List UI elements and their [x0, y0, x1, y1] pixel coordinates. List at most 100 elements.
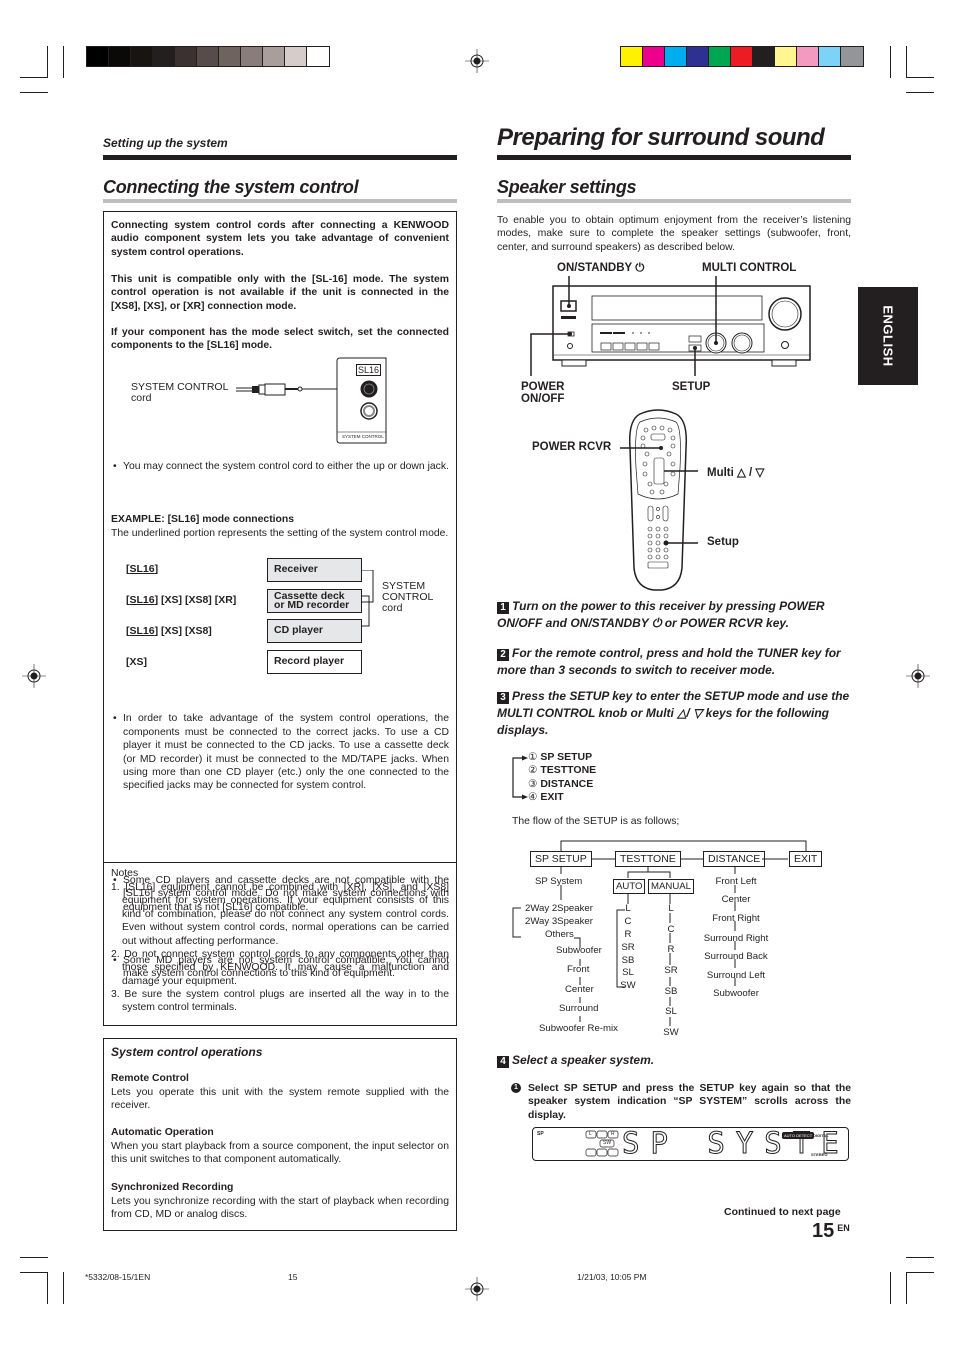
flow-item: R: [667, 944, 675, 955]
footer-timestamp: 1/21/03, 10:05 PM: [577, 1272, 647, 1282]
operation-heading: Remote Control: [111, 1073, 189, 1084]
step-number: 2: [497, 649, 509, 661]
power-on-off-label: POWER ON/OFF: [521, 381, 564, 405]
substep-number: 1: [511, 1083, 521, 1093]
display-sp-indicator: SP: [537, 1131, 544, 1137]
remote-setup-label: Setup: [707, 536, 739, 548]
operation-heading: Automatic Operation: [111, 1127, 214, 1138]
intro-paragraph: Connecting system control cords after co…: [111, 220, 449, 258]
example-description: The underlined portion represents the se…: [111, 528, 449, 539]
flow-item: Surround Right: [703, 933, 769, 944]
flow-item: SB: [621, 955, 635, 966]
intro-paragraph: This unit is compatible only with the [S…: [111, 274, 449, 312]
color-swatch: [197, 47, 219, 66]
crop-mark: [906, 46, 907, 78]
flow-sp-item: Subwoofer: [556, 945, 602, 956]
page-lang: EN: [837, 1223, 850, 1233]
color-swatch: [797, 47, 819, 66]
operation-heading: Synchronized Recording: [111, 1182, 234, 1193]
flow-item: C: [667, 924, 675, 935]
cmyk-color-bar: [620, 46, 864, 67]
jack-label: SL16: [356, 364, 382, 376]
flow-distance: DISTANCE: [703, 851, 766, 867]
power-icon: ⏻: [635, 262, 645, 274]
setup-item-num: ①: [528, 751, 538, 763]
page-number: 15 EN: [812, 1220, 850, 1243]
power-rcvr-label: POWER RCVR: [532, 441, 612, 453]
mode-rest: [XS] [XS8] [XR]: [158, 594, 237, 606]
flow-item: SL: [622, 967, 634, 978]
left-title: Connecting the system control: [103, 177, 359, 197]
flow-manual: MANUAL: [648, 879, 694, 894]
multi-control-label: MULTI CONTROL: [702, 262, 797, 274]
color-swatch: [643, 47, 665, 66]
display-speaker-L: L: [589, 1131, 592, 1137]
flow-sp-item: 2Way 2Speaker: [525, 903, 593, 914]
color-swatch: [841, 47, 863, 66]
step-text: Press the SETUP key to enter the SETUP m…: [497, 689, 850, 737]
crop-mark: [63, 1272, 64, 1304]
registration-mark-icon: [465, 49, 489, 73]
flow-item: C: [624, 916, 632, 927]
jack-note: You may connect the system control cord …: [111, 460, 449, 474]
flow-sp-item: Front: [567, 964, 590, 975]
color-swatch: [753, 47, 775, 66]
color-swatch: [219, 47, 241, 66]
setup-list-item: ④ EXIT: [528, 791, 596, 804]
step-number: 3: [497, 692, 509, 704]
color-swatch: [175, 47, 197, 66]
section-rule: [497, 199, 851, 203]
color-swatch: [241, 47, 263, 66]
color-swatch: [731, 47, 753, 66]
on-standby-label: ON/STANDBY ⏻: [557, 262, 644, 275]
flow-sp-item: Surround: [559, 1003, 599, 1014]
mode-label: [SL16]: [126, 563, 159, 575]
color-swatch: [709, 47, 731, 66]
page-number-value: 15: [812, 1220, 835, 1242]
flow-item: L: [625, 903, 631, 914]
flow-sp-item: Subwoofer Re-mix: [539, 1023, 618, 1034]
display-auto-detect: AUTO DETECT: [782, 1132, 815, 1139]
setup-item-label: SP SETUP: [540, 751, 593, 763]
operation-text: Lets you synchronize recording with the …: [111, 1196, 449, 1221]
flow-item: Surround Left: [706, 970, 766, 981]
color-swatch: [131, 47, 153, 66]
color-swatch: [87, 47, 109, 66]
flow-intro: The flow of the SETUP is as follows;: [512, 816, 680, 827]
flow-testtone: TESTTONE: [615, 851, 681, 867]
step-3: 3 Press the SETUP key to enter the SETUP …: [497, 688, 855, 739]
crop-mark: [906, 1272, 934, 1273]
color-swatch: [665, 47, 687, 66]
step-number: 1: [497, 602, 509, 614]
color-swatch: [285, 47, 307, 66]
step-4: 4 Select a speaker system.: [497, 1052, 654, 1069]
note-item: 1. [SL16] equipment cannot be combined w…: [111, 882, 449, 947]
flow-item: SW: [620, 980, 636, 991]
setup-label: SETUP: [672, 381, 711, 393]
crop-mark: [20, 77, 48, 78]
example-title: EXAMPLE: [SL16] mode connections: [111, 514, 295, 525]
mode-label: [XS]: [126, 656, 147, 668]
language-tab: ENGLISH: [858, 287, 918, 385]
section-rule: [103, 155, 457, 160]
flow-item: L: [668, 903, 674, 914]
remote-control-diagram: [620, 409, 698, 591]
component-cassette-deck: Cassette deck or MD recorder: [267, 589, 362, 613]
step-text: Turn on the power to this receiver by pr…: [497, 599, 825, 630]
mode-label: [SL16] [XS] [XS8]: [126, 625, 212, 637]
title-rule: [103, 199, 457, 203]
mode-underlined: SL16: [129, 594, 155, 606]
continued-note: Continued to next page: [724, 1206, 841, 1218]
flow-sp-item: Center: [565, 984, 594, 995]
flow-exit: EXIT: [789, 851, 823, 867]
receiver-front-panel: [530, 276, 811, 376]
flow-item: SL: [665, 1006, 677, 1017]
crop-mark: [906, 1257, 934, 1258]
operation-text: Lets you operate this unit with the syst…: [111, 1087, 449, 1112]
flow-sp-setup: SP SETUP: [530, 851, 592, 867]
flow-item: Front Left: [715, 876, 757, 887]
substep-1: 1 Select SP SETUP and press the SETUP ke…: [511, 1082, 851, 1122]
footer-code: *5332/08-15/1EN: [85, 1272, 151, 1282]
registration-mark-icon: [906, 664, 930, 688]
color-swatch: [775, 47, 797, 66]
